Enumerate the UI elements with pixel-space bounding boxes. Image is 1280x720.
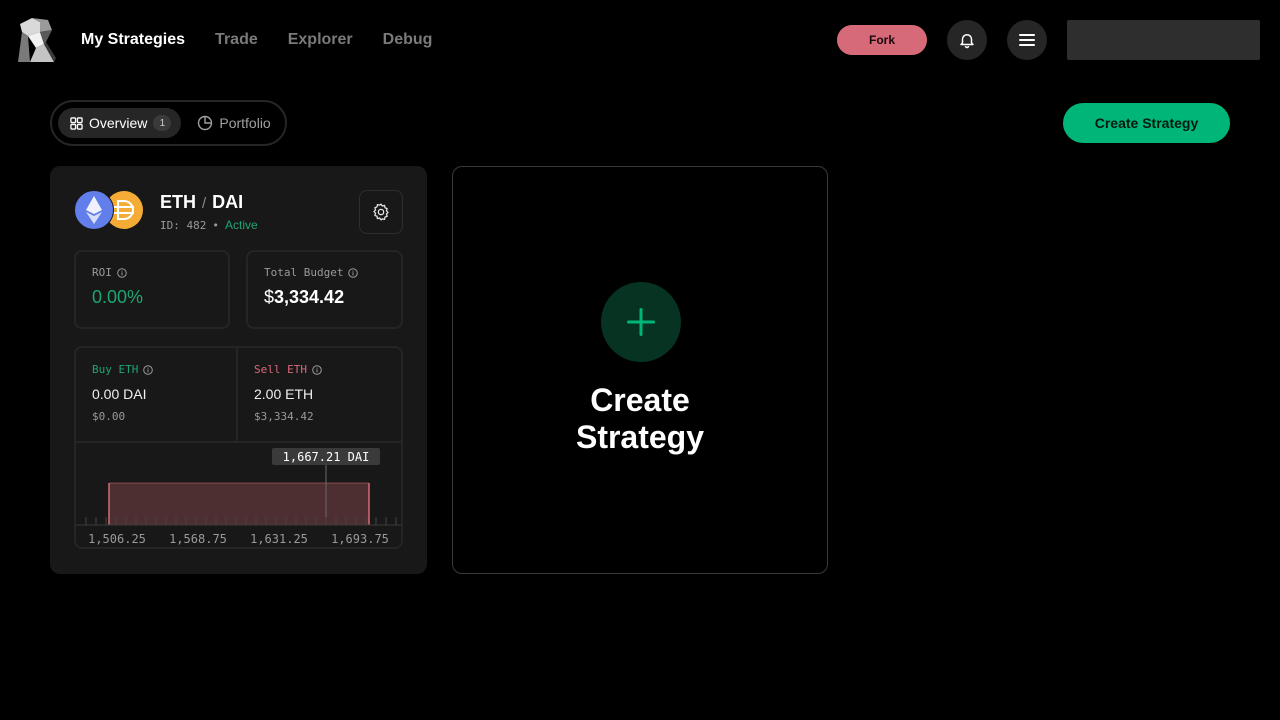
budget-label: Total Budget <box>264 266 344 279</box>
info-icon[interactable] <box>348 267 359 278</box>
axis-tick-label: 1,568.75 <box>169 532 227 546</box>
create-strategy-tile[interactable]: Create Strategy <box>452 166 828 574</box>
budget-box: Total Budget $3,334.42 <box>246 250 403 329</box>
pair-title: ETH / DAI <box>160 192 243 213</box>
axis-tick-label: 1,693.75 <box>331 532 389 546</box>
strategy-card: ETH / DAI ID: 482 • Active ROI 0.00% Tot… <box>50 166 427 574</box>
token-pair-icons <box>74 190 146 230</box>
strategy-id: ID: 482 <box>160 218 207 232</box>
base-token: ETH <box>160 192 196 212</box>
price-range-chart: 1,667.21 DAI 1,506.25 1,568.75 1,631.25 … <box>76 448 401 546</box>
grid-icon <box>70 116 83 130</box>
budget-amount: 3,334.42 <box>274 287 345 307</box>
roi-value: 0.00% <box>92 287 144 307</box>
tab-portfolio[interactable]: Portfolio <box>185 108 280 138</box>
tab-overview-label: Overview <box>89 115 148 131</box>
sell-label: Sell ETH <box>254 363 307 376</box>
nav-trade[interactable]: Trade <box>215 30 258 50</box>
strategy-meta: ID: 482 • Active <box>160 218 258 232</box>
info-icon[interactable] <box>117 267 127 278</box>
orders-panel: Buy ETH 0.00 DAI $0.00 Sell ETH 2.00 ETH… <box>74 346 403 549</box>
app-logo[interactable] <box>18 18 56 62</box>
sell-amount: 2.00 ETH <box>254 386 314 402</box>
plus-circle <box>601 282 681 362</box>
info-icon[interactable] <box>312 364 322 375</box>
budget-value: $3,334.42 <box>264 287 385 308</box>
nav-debug[interactable]: Debug <box>383 30 433 50</box>
tab-portfolio-label: Portfolio <box>219 115 271 131</box>
create-title-line2: Strategy <box>575 419 705 455</box>
nav-explorer[interactable]: Explorer <box>288 30 353 50</box>
buy-amount: 0.00 DAI <box>92 386 147 402</box>
gear-icon <box>373 203 389 221</box>
roi-label: ROI <box>92 266 112 279</box>
info-icon[interactable] <box>143 364 154 375</box>
sell-fiat: $3,334.42 <box>254 410 314 423</box>
buy-order: Buy ETH 0.00 DAI $0.00 <box>76 348 238 442</box>
buy-label: Buy ETH <box>92 363 139 376</box>
bell-icon <box>960 34 974 49</box>
tab-overview[interactable]: Overview 1 <box>58 108 182 138</box>
roi-box: ROI 0.00% <box>74 250 230 329</box>
sell-order: Sell ETH 2.00 ETH $3,334.42 <box>238 348 400 442</box>
create-strategy-title: Create Strategy <box>453 382 827 456</box>
wallet-button[interactable] <box>1067 20 1260 60</box>
plus-icon <box>627 308 655 336</box>
currency-symbol: $ <box>264 287 275 307</box>
create-title-line1: Create <box>590 382 690 418</box>
pair-separator: / <box>202 195 207 212</box>
hamburger-menu-icon <box>1019 34 1035 46</box>
axis-tick-label: 1,506.25 <box>88 532 146 546</box>
create-strategy-button[interactable]: Create Strategy <box>1063 103 1230 143</box>
view-tabs: Overview 1 Portfolio <box>50 100 287 146</box>
settings-button[interactable] <box>359 190 403 234</box>
overview-count-badge: 1 <box>153 115 172 131</box>
sell-range-area <box>109 483 369 525</box>
meta-bullet: • <box>212 218 219 232</box>
fork-button[interactable]: Fork <box>837 25 927 55</box>
quote-token: DAI <box>212 192 244 212</box>
status-badge: Active <box>224 218 258 232</box>
axis-tick-label: 1,631.25 <box>250 532 308 546</box>
market-price-tag-label: 1,667.21 DAI <box>283 450 370 464</box>
pie-chart-icon <box>198 115 213 131</box>
nav-my-strategies[interactable]: My Strategies <box>81 30 185 50</box>
main-nav: My Strategies Trade Explorer Debug <box>81 30 432 50</box>
notifications-button[interactable] <box>947 20 987 60</box>
buy-fiat: $0.00 <box>92 410 126 423</box>
menu-button[interactable] <box>1007 20 1047 60</box>
